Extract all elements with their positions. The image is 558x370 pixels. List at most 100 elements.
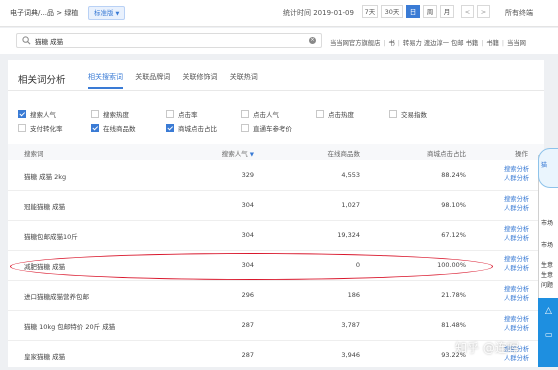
message-icon[interactable]: ▭ — [545, 330, 553, 339]
cell-popularity: 296 — [241, 291, 254, 299]
divider: | — [501, 40, 505, 47]
header-products[interactable]: 在线商品数 — [328, 148, 361, 158]
stat-time: 统计时间 2019-01-09 — [283, 9, 354, 17]
checkbox-icon[interactable] — [18, 124, 26, 132]
period-week-button[interactable]: 周 — [423, 5, 437, 18]
cell-popularity: 329 — [241, 171, 254, 179]
crowd-analysis-link[interactable]: 人群分析 — [504, 324, 529, 333]
divider: | — [481, 40, 484, 47]
cell-keyword: 猫糖包邮成猫10斤 — [24, 233, 78, 241]
table-row: 进口猫糖成猫营养包邮 296 186 21.78% 搜索分析 人群分析 — [8, 281, 544, 311]
checkbox-checked-icon[interactable] — [91, 124, 99, 132]
metric-option[interactable]: 交易指数 — [389, 109, 427, 119]
metric-label: 商城点击占比 — [178, 125, 217, 133]
divider: | — [383, 40, 386, 47]
category-breadcrumb[interactable]: 电子词典/...品 > 绿植 — [10, 8, 78, 18]
sort-desc-icon[interactable]: ▼ — [250, 152, 254, 158]
crowd-analysis-link[interactable]: 人群分析 — [504, 204, 529, 213]
next-date-button[interactable]: > — [477, 5, 490, 18]
shop-link[interactable]: 转易力 渡边淳一 包邮 书籍 — [403, 38, 478, 47]
metric-option[interactable]: 商城点击占比 — [166, 123, 217, 133]
cell-popularity: 287 — [241, 321, 254, 329]
version-badge-label: 标准版 — [94, 9, 114, 17]
shop-link[interactable]: 当当网官方旗舰店 — [330, 38, 380, 47]
search-analysis-link[interactable]: 搜索分析 — [504, 315, 529, 324]
metric-option[interactable]: 搜索热度 — [91, 109, 129, 119]
checkbox-icon[interactable] — [166, 110, 174, 118]
top-bar: 电子词典/...品 > 绿植 标准版 ▼ 统计时间 2019-01-09 7天 3… — [0, 0, 558, 27]
shop-link[interactable]: 当当网 — [507, 38, 526, 47]
clear-icon[interactable]: × — [309, 37, 316, 44]
search-box[interactable]: × — [16, 33, 322, 48]
crowd-analysis-link[interactable]: 人群分析 — [504, 234, 529, 243]
tab-hot-words[interactable]: 关联热词 — [230, 72, 258, 87]
metric-label: 搜索热度 — [103, 111, 129, 119]
version-badge[interactable]: 标准版 ▼ — [88, 6, 126, 20]
metric-option[interactable]: 支付转化率 — [18, 123, 63, 133]
cell-mall-ctr: 100.00% — [437, 261, 466, 269]
table-row: 减肥猫糖 成猫 304 0 100.00% 搜索分析 人群分析 — [8, 251, 544, 281]
metric-option[interactable]: 点击人气 — [241, 109, 279, 119]
tab-brand-words[interactable]: 关联品牌词 — [135, 72, 170, 87]
search-analysis-link[interactable]: 搜索分析 — [504, 255, 529, 264]
cell-keyword: 进口猫糖成猫营养包邮 — [24, 293, 89, 301]
header-popularity-label: 搜索人气 — [221, 150, 248, 158]
metric-option[interactable]: 在线商品数 — [91, 123, 136, 133]
panel-title: 相关词分析 — [18, 75, 66, 86]
checkbox-checked-icon[interactable] — [18, 110, 26, 118]
search-analysis-link[interactable]: 搜索分析 — [504, 195, 529, 204]
cell-mall-ctr: 88.24% — [441, 171, 466, 179]
cell-popularity: 304 — [241, 231, 254, 239]
cell-products: 3,787 — [341, 321, 360, 329]
search-analysis-link[interactable]: 搜索分析 — [504, 165, 529, 174]
crowd-analysis-link[interactable]: 人群分析 — [504, 174, 529, 183]
search-analysis-link[interactable]: 搜索分析 — [504, 285, 529, 294]
shop-link[interactable]: 书籍 — [486, 38, 499, 47]
metric-label: 直通车参考价 — [253, 125, 292, 133]
metric-label: 点击热度 — [328, 111, 354, 119]
watermark: 知乎 @连晖 — [455, 341, 519, 355]
metric-option[interactable]: 搜索人气 — [18, 109, 56, 119]
checkbox-icon[interactable] — [241, 124, 249, 132]
tab-related-search[interactable]: 相关搜索词 — [88, 72, 123, 89]
period-month-button[interactable]: 月 — [440, 5, 454, 18]
related-words-panel: 相关词分析 相关搜索词 关联品牌词 关联修饰词 关联热词 搜索人气 搜索热度 点… — [8, 60, 544, 367]
header-mall-ctr[interactable]: 商城点击占比 — [427, 148, 466, 158]
cell-mall-ctr: 81.48% — [441, 321, 466, 329]
search-analysis-link[interactable]: 搜索分析 — [504, 225, 529, 234]
checkbox-checked-icon[interactable] — [166, 124, 174, 132]
header-actions: 操作 — [515, 150, 528, 158]
metric-option[interactable]: 直通车参考价 — [241, 123, 292, 133]
cell-products: 19,324 — [337, 231, 360, 239]
search-input[interactable] — [35, 35, 295, 46]
side-helper-label: 问题 — [541, 282, 554, 289]
header-popularity[interactable]: 搜索人气 ▼ — [222, 148, 254, 158]
period-day-button[interactable]: 日 — [406, 5, 420, 18]
crowd-analysis-link[interactable]: 人群分析 — [504, 294, 529, 303]
cell-products: 0 — [355, 261, 360, 269]
cell-keyword: 冠能猫糖 成猫 — [24, 203, 66, 211]
side-helper-label: 市场 — [541, 220, 554, 227]
back-to-top-icon[interactable]: △ — [545, 306, 552, 316]
crowd-analysis-link[interactable]: 人群分析 — [504, 264, 529, 273]
checkbox-icon[interactable] — [389, 110, 397, 118]
checkbox-icon[interactable] — [91, 110, 99, 118]
side-helper-label: 生意 — [541, 262, 554, 269]
tab-modifier-words[interactable]: 关联修饰词 — [182, 72, 217, 87]
cell-products: 1,027 — [341, 201, 360, 209]
table-header: 搜索词 搜索人气 ▼ 在线商品数 商城点击占比 操作 — [8, 144, 544, 160]
tab-divider — [8, 90, 544, 91]
side-helper-label: 生意 — [541, 272, 554, 279]
prev-date-button[interactable]: < — [461, 5, 474, 18]
metric-option[interactable]: 点击率 — [166, 109, 198, 119]
search-icon — [22, 36, 31, 45]
metric-option[interactable]: 点击热度 — [316, 109, 354, 119]
period-30d-button[interactable]: 30天 — [381, 5, 403, 18]
checkbox-icon[interactable] — [316, 110, 324, 118]
cell-popularity: 287 — [241, 351, 254, 359]
checkbox-icon[interactable] — [241, 110, 249, 118]
shop-link[interactable]: 书 — [389, 38, 395, 47]
metric-label: 在线商品数 — [103, 125, 136, 133]
terminal-select[interactable]: 所有终端 — [505, 8, 533, 18]
period-7d-button[interactable]: 7天 — [362, 5, 378, 18]
